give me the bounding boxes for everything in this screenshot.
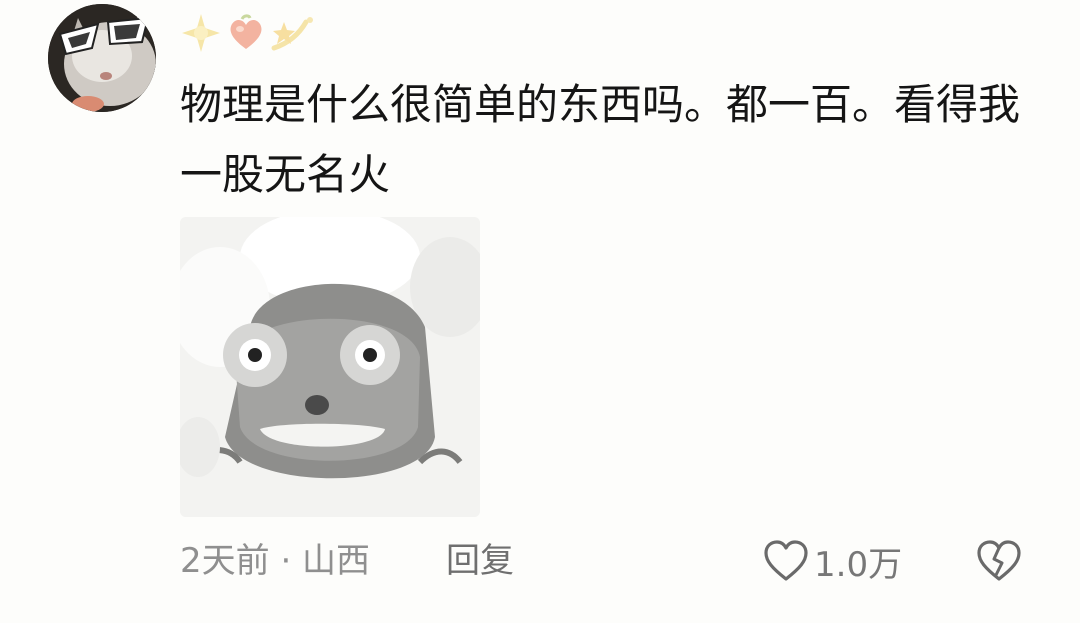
- sparkle-star-emoji: [182, 14, 220, 52]
- peach-heart-emoji: [230, 14, 262, 49]
- dislike-button[interactable]: [975, 537, 1023, 585]
- broken-heart-icon: [977, 540, 1021, 581]
- comment-text: 物理是什么很简单的东西吗。都一百。看得我一股无名火: [180, 80, 1021, 199]
- like-count: 1.0万: [814, 544, 903, 585]
- time-location: 2天前 · 山西: [180, 541, 371, 581]
- meme-sticker-image[interactable]: [180, 217, 480, 517]
- like-button[interactable]: 1.0万: [762, 536, 902, 586]
- username-emojis[interactable]: [180, 10, 318, 56]
- user-avatar[interactable]: [48, 4, 156, 112]
- shooting-star-emoji: [271, 17, 313, 51]
- reply-button[interactable]: 回复: [446, 536, 514, 586]
- heart-outline-icon: [764, 540, 808, 581]
